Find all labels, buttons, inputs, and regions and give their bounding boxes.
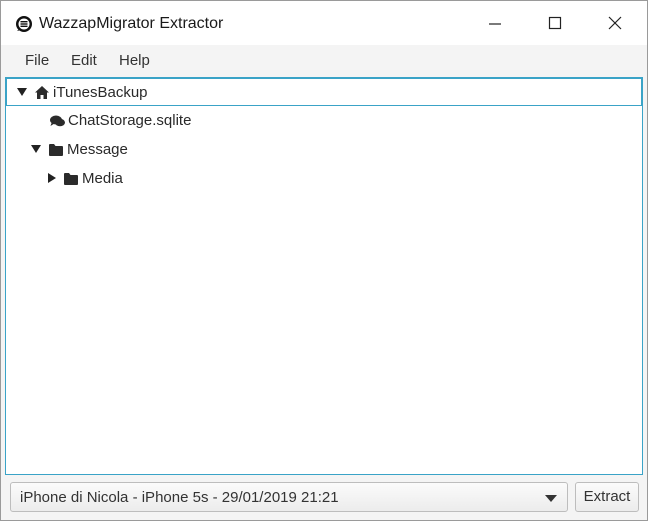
expand-arrow-icon[interactable] [31, 145, 41, 153]
app-logo-icon [16, 16, 32, 32]
window-title: WazzapMigrator Extractor [39, 15, 224, 32]
menu-help[interactable]: Help [119, 52, 150, 69]
menu-edit[interactable]: Edit [71, 52, 97, 69]
tree-label-message: Message [67, 141, 128, 158]
close-button[interactable] [585, 1, 645, 45]
tree-row-itunesbackup[interactable]: iTunesBackup [6, 78, 642, 106]
menu-bar: File Edit Help [1, 45, 647, 75]
maximize-button[interactable] [525, 1, 585, 45]
menu-file[interactable]: File [25, 52, 49, 69]
collapse-arrow-icon[interactable] [48, 173, 56, 183]
close-icon [608, 16, 622, 30]
tree-row-media[interactable]: Media [6, 165, 642, 193]
expand-arrow-icon[interactable] [17, 88, 27, 96]
minimize-button[interactable] [465, 1, 525, 45]
file-tree[interactable]: iTunesBackup ChatStorage.sqlite Message [5, 77, 643, 475]
tree-label-chatstorage: ChatStorage.sqlite [68, 112, 192, 129]
minimize-icon [489, 23, 501, 25]
maximize-icon [548, 16, 562, 30]
chat-bubbles-icon [50, 115, 65, 127]
bottom-toolbar: iPhone di Nicola - iPhone 5s - 29/01/201… [1, 475, 647, 520]
app-window: WazzapMigrator Extractor File Edit Help [0, 0, 648, 521]
home-icon [35, 86, 49, 99]
device-select-value: iPhone di Nicola - iPhone 5s - 29/01/201… [20, 489, 339, 506]
tree-row-chatstorage[interactable]: ChatStorage.sqlite [6, 107, 642, 135]
title-bar[interactable]: WazzapMigrator Extractor [1, 1, 647, 45]
extract-button[interactable]: Extract [575, 482, 639, 512]
tree-label-itunesbackup: iTunesBackup [53, 84, 148, 101]
tree-row-message[interactable]: Message [6, 136, 642, 164]
tree-label-media: Media [82, 170, 123, 187]
device-select[interactable]: iPhone di Nicola - iPhone 5s - 29/01/201… [10, 482, 568, 512]
folder-icon [49, 144, 63, 156]
chevron-down-icon[interactable] [545, 495, 557, 502]
folder-icon [64, 173, 78, 185]
